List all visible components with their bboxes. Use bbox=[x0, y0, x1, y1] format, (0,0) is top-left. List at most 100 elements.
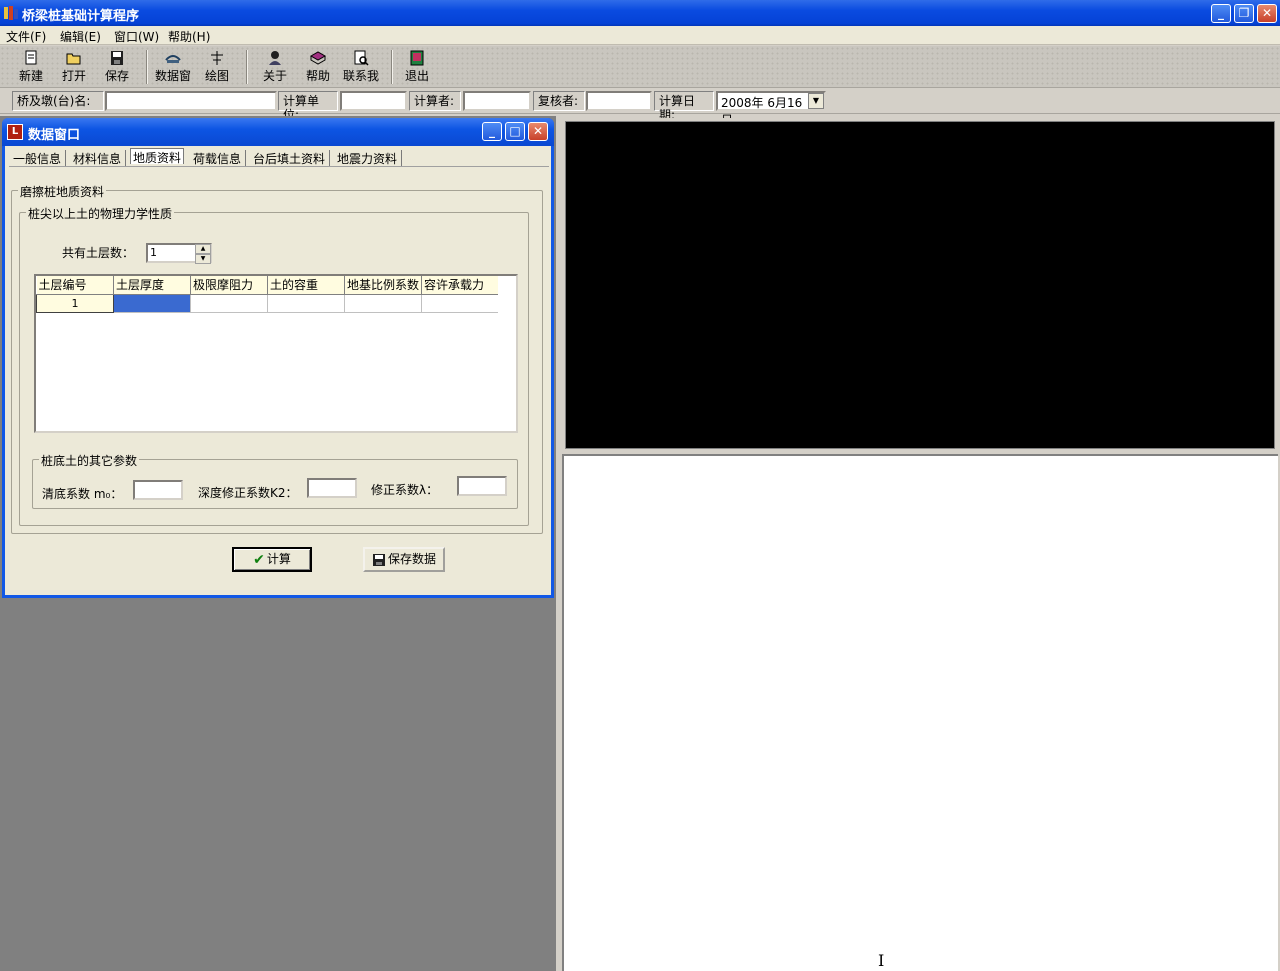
drawing-canvas-panel[interactable] bbox=[562, 118, 1278, 452]
toolbar: 新建 打开 保存 数据窗 绘图 关于 帮助 联系我 退出 bbox=[0, 46, 1280, 88]
friction-pile-geology-label: 磨擦桩地质资料 bbox=[18, 183, 107, 200]
app-title: 桥梁桩基础计算程序 bbox=[22, 9, 140, 24]
calculator-label: 计算者: bbox=[409, 91, 461, 111]
floppy-disk-icon bbox=[111, 51, 123, 65]
open-button[interactable]: 打开 bbox=[53, 50, 95, 84]
contact-button[interactable]: 联系我 bbox=[340, 50, 382, 84]
bridge-name-field[interactable] bbox=[105, 91, 277, 111]
tab-seismic[interactable]: 地震力资料 bbox=[337, 150, 403, 166]
tab-load-info[interactable]: 荷载信息 bbox=[193, 150, 247, 166]
correction-coefficient-label: 修正系数λ： bbox=[371, 483, 439, 497]
grid-scroll-area[interactable] bbox=[498, 276, 516, 431]
data-window: L 数据窗口 _ □ ✕ 一般信息 材料信息 地质资料 荷载信息 台后填土资料 … bbox=[2, 118, 554, 598]
stepper-down-icon[interactable]: ▼ bbox=[195, 254, 211, 264]
correction-coefficient-field[interactable] bbox=[457, 476, 507, 496]
output-text-panel[interactable] bbox=[562, 454, 1278, 971]
new-button[interactable]: 新建 bbox=[10, 50, 52, 84]
chevron-down-icon[interactable]: ▼ bbox=[808, 93, 824, 109]
exit-button[interactable]: 退出 bbox=[396, 50, 438, 84]
save-button[interactable]: 保存 bbox=[96, 50, 138, 84]
calc-date-label: 计算日期: bbox=[654, 91, 714, 122]
data-window-title-bar: L 数据窗口 _ □ ✕ bbox=[2, 118, 554, 146]
data-window-label: 数据窗 bbox=[154, 69, 191, 83]
restore-button[interactable]: ❐ bbox=[1234, 4, 1254, 23]
about-label: 关于 bbox=[262, 69, 287, 83]
menu-help[interactable]: 帮助(H) bbox=[168, 28, 210, 45]
table-row[interactable]: 1 bbox=[36, 293, 500, 313]
col-layer-thickness: 土层厚度 bbox=[113, 276, 191, 295]
col-layer-no: 土层编号 bbox=[36, 276, 114, 295]
data-window-app-icon: L bbox=[7, 124, 23, 140]
draw-label: 绘图 bbox=[204, 69, 229, 83]
draw-chart-icon bbox=[211, 51, 223, 65]
floppy-disk-icon bbox=[372, 553, 385, 566]
save-data-label: 保存数据 bbox=[387, 552, 436, 566]
stepper-up-icon[interactable]: ▲ bbox=[195, 244, 211, 254]
tab-general-info[interactable]: 一般信息 bbox=[13, 150, 67, 166]
layer-count-label: 共有土层数： bbox=[62, 246, 135, 260]
help-button[interactable]: 帮助 bbox=[297, 50, 339, 84]
grid-cell[interactable] bbox=[267, 294, 345, 313]
data-window-button[interactable]: 数据窗 bbox=[152, 50, 194, 84]
col-foundation-coefficient: 地基比例系数 bbox=[344, 276, 423, 295]
menu-bar: 文件(F) 编辑(E) 窗口(W) 帮助(H) bbox=[0, 26, 1280, 45]
tab-geology[interactable]: 地质资料 bbox=[130, 148, 185, 165]
calc-date-picker[interactable]: 2008年 6月16日 ▼ bbox=[716, 91, 826, 127]
grid-cell[interactable] bbox=[344, 294, 423, 313]
cleaning-coefficient-field[interactable] bbox=[133, 480, 183, 500]
calculator-field[interactable] bbox=[463, 91, 531, 111]
grid-header-row: 土层编号 土层厚度 极限摩阻力 土的容重 地基比例系数 容许承载力 bbox=[36, 276, 500, 295]
contact-search-icon bbox=[354, 50, 369, 66]
pile-bottom-params-label: 桩底土的其它参数 bbox=[39, 452, 140, 469]
reviewer-label: 复核者: bbox=[533, 91, 585, 111]
help-book-icon bbox=[309, 51, 327, 65]
col-allowable-bearing: 容许承载力 bbox=[421, 276, 500, 295]
about-button[interactable]: 关于 bbox=[254, 50, 296, 84]
calculate-button[interactable]: ✔ 计算 bbox=[232, 547, 312, 572]
minimize-button[interactable]: _ bbox=[1211, 4, 1231, 23]
soil-layer-grid[interactable]: 土层编号 土层厚度 极限摩阻力 土的容重 地基比例系数 容许承载力 1 bbox=[34, 274, 518, 433]
data-window-icon bbox=[165, 55, 181, 63]
depth-correction-label: 深度修正系数K2： bbox=[198, 486, 298, 500]
calculate-label: 计算 bbox=[266, 552, 291, 566]
tab-material-info[interactable]: 材料信息 bbox=[73, 150, 127, 166]
text-cursor-icon: I bbox=[878, 951, 885, 970]
checkmark-icon: ✔ bbox=[253, 551, 265, 568]
data-window-maximize-button[interactable]: □ bbox=[505, 122, 525, 141]
exit-door-icon bbox=[410, 50, 424, 66]
depth-correction-field[interactable] bbox=[307, 478, 357, 498]
data-window-body: 一般信息 材料信息 地质资料 荷载信息 台后填土资料 地震力资料 磨擦桩地质资料… bbox=[5, 146, 551, 595]
tab-divider bbox=[9, 166, 549, 167]
close-button[interactable]: ✕ bbox=[1257, 4, 1277, 23]
data-window-title: 数据窗口 bbox=[28, 128, 81, 143]
app-logo-icon bbox=[4, 6, 18, 20]
calc-unit-field[interactable] bbox=[340, 91, 407, 111]
col-ultimate-friction: 极限摩阻力 bbox=[190, 276, 268, 295]
grid-cell-selected[interactable] bbox=[113, 294, 191, 313]
reviewer-field[interactable] bbox=[586, 91, 652, 111]
menu-edit[interactable]: 编辑(E) bbox=[60, 28, 101, 45]
project-info-bar: 桥及墩(台)名: 计算单位: 计算者: 复核者: 计算日期: 2008年 6月1… bbox=[0, 88, 1280, 127]
grid-cell[interactable] bbox=[190, 294, 268, 313]
open-folder-icon bbox=[66, 53, 81, 65]
soil-properties-label: 桩尖以上土的物理力学性质 bbox=[26, 205, 175, 222]
grid-cell[interactable] bbox=[421, 294, 500, 313]
person-icon bbox=[269, 51, 281, 65]
help-label: 帮助 bbox=[305, 69, 330, 83]
grid-cell[interactable]: 1 bbox=[36, 293, 114, 313]
toolbar-separator bbox=[391, 50, 393, 84]
menu-window[interactable]: 窗口(W) bbox=[114, 28, 159, 45]
draw-button[interactable]: 绘图 bbox=[196, 50, 238, 84]
toolbar-separator bbox=[146, 50, 148, 84]
menu-file[interactable]: 文件(F) bbox=[6, 28, 46, 45]
save-data-button[interactable]: 保存数据 bbox=[363, 547, 445, 572]
new-file-icon bbox=[25, 50, 37, 65]
col-unit-weight: 土的容重 bbox=[267, 276, 345, 295]
data-window-close-button[interactable]: ✕ bbox=[528, 122, 548, 141]
layer-count-stepper[interactable]: 1 ▲ ▼ bbox=[146, 243, 212, 264]
exit-label: 退出 bbox=[404, 69, 429, 83]
open-label: 打开 bbox=[61, 69, 86, 83]
tab-backfill[interactable]: 台后填土资料 bbox=[253, 150, 331, 166]
stepper-buttons: ▲ ▼ bbox=[195, 244, 211, 264]
data-window-minimize-button[interactable]: _ bbox=[482, 122, 502, 141]
